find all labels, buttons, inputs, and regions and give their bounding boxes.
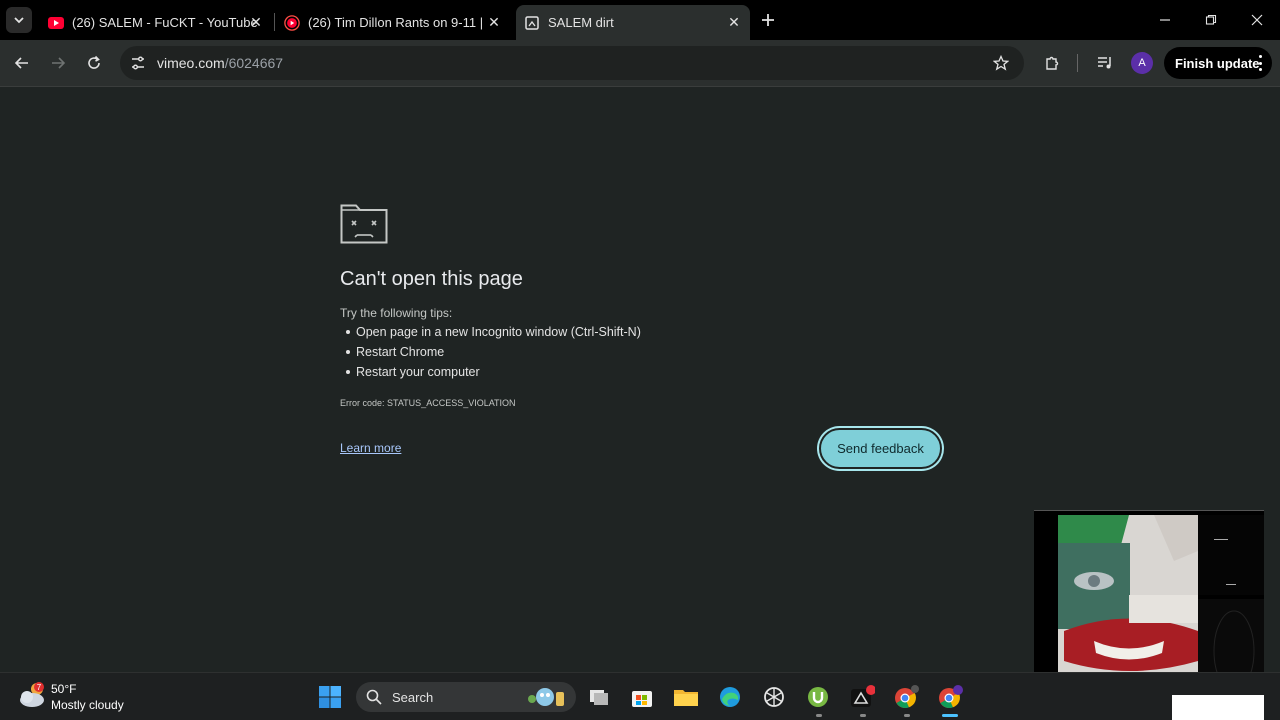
chrome-icon [895,685,919,708]
task-view-icon [590,690,608,705]
tab-salem-dirt[interactable]: SALEM dirt ✕ [516,5,750,40]
arrow-right-icon [52,57,66,69]
app-icon [851,685,875,707]
url-path: /6024667 [224,55,284,71]
close-window-button[interactable] [1247,10,1267,30]
new-tab-button[interactable] [758,10,778,30]
edge-icon [720,687,740,707]
chrome-button[interactable] [892,683,920,711]
broken-page-icon [524,15,540,31]
tip-item: Restart Chrome [346,342,641,362]
plus-icon [762,14,774,26]
running-indicator [860,714,866,717]
active-indicator [942,714,958,717]
weather-badge: 7 [37,683,42,692]
tips-list: Open page in a new Incognito window (Ctr… [346,322,641,382]
chevron-down-icon [14,17,24,24]
tab-title: (26) Tim Dillon Rants on 9-11 | [308,15,484,30]
tip-item: Restart your computer [346,362,641,382]
close-icon [1251,14,1263,26]
url-text: vimeo.com/6024667 [157,55,283,71]
chatgpt-button[interactable] [760,683,788,711]
start-button[interactable] [316,683,344,711]
profile-avatar[interactable]: A [1131,52,1153,74]
learn-more-link[interactable]: Learn more [340,441,401,455]
file-explorer-button[interactable] [672,683,700,711]
windows-icon [319,686,341,708]
bookmark-star-icon[interactable] [992,54,1010,72]
error-code: Error code: STATUS_ACCESS_VIOLATION [340,398,516,408]
close-icon[interactable]: ✕ [726,14,742,30]
minimize-icon [1160,19,1170,21]
tab-youtube-tim-dillon[interactable]: (26) Tim Dillon Rants on 9-11 | ✕ [276,5,510,40]
store-icon [632,691,652,707]
back-button[interactable] [10,51,34,75]
kebab-menu-icon[interactable] [1258,55,1262,71]
chatgpt-icon [764,687,784,707]
search-label: Search [392,690,434,705]
running-indicator [816,714,822,717]
reload-icon [88,55,100,69]
search-icon [366,689,382,705]
tab-youtube-salem[interactable]: (26) SALEM - FuCKT - YouTube ✕ [40,5,272,40]
tab-strip: (26) SALEM - FuCKT - YouTube ✕ (26) Tim … [0,0,1280,40]
minimize-button[interactable] [1155,10,1175,30]
media-queue-icon [1098,57,1111,69]
restore-icon [1205,14,1217,25]
toolbar-divider [1077,54,1078,72]
tab-title: SALEM dirt [548,15,614,30]
clock-area[interactable] [1172,695,1264,720]
extensions-button[interactable] [1040,51,1064,75]
arrow-left-icon [14,57,28,69]
site-info-icon[interactable] [129,54,147,72]
taskbar: 7 50°F Mostly cloudy Search [0,672,1280,720]
task-view-button[interactable] [585,683,613,711]
edge-button[interactable] [716,683,744,711]
weather-cloudy-icon[interactable]: 7 [18,681,48,709]
youtube-live-icon [284,14,300,31]
forward-button[interactable] [46,51,70,75]
store-button[interactable] [628,683,656,711]
url-host: vimeo.com [157,55,225,71]
tab-separator [274,13,275,31]
utorrent-button[interactable] [804,683,832,711]
address-bar[interactable]: vimeo.com/6024667 [120,46,1024,80]
youtube-icon [48,15,64,31]
restore-button[interactable] [1201,10,1221,30]
close-icon[interactable]: ✕ [486,14,502,30]
finish-update-label: Finish update [1175,55,1260,71]
browser-toolbar: vimeo.com/6024667 A Finish update [0,40,1280,87]
error-title: Can't open this page [340,268,523,290]
tab-title: (26) SALEM - FuCKT - YouTube [72,15,258,30]
reload-button[interactable] [82,51,106,75]
sad-page-icon [340,204,388,244]
weather-condition: Mostly cloudy [51,698,124,712]
tab-search-button[interactable] [6,7,32,33]
finish-update-button[interactable]: Finish update [1164,47,1272,79]
chrome-profile-icon [939,685,963,708]
search-highlight-icon [528,688,564,706]
tips-heading: Try the following tips: [340,306,453,320]
weather-temperature: 50°F [51,682,77,696]
chrome-profile-button[interactable] [936,683,964,711]
send-feedback-button[interactable]: Send feedback [819,428,942,469]
folder-icon [674,690,698,706]
utorrent-icon [808,687,828,707]
puzzle-icon [1046,56,1059,70]
media-control-button[interactable] [1093,51,1117,75]
taskbar-search[interactable]: Search [356,682,576,712]
tip-item: Open page in a new Incognito window (Ctr… [346,322,641,342]
app-button[interactable] [848,683,876,711]
close-icon[interactable]: ✕ [248,14,264,30]
running-indicator [904,714,910,717]
